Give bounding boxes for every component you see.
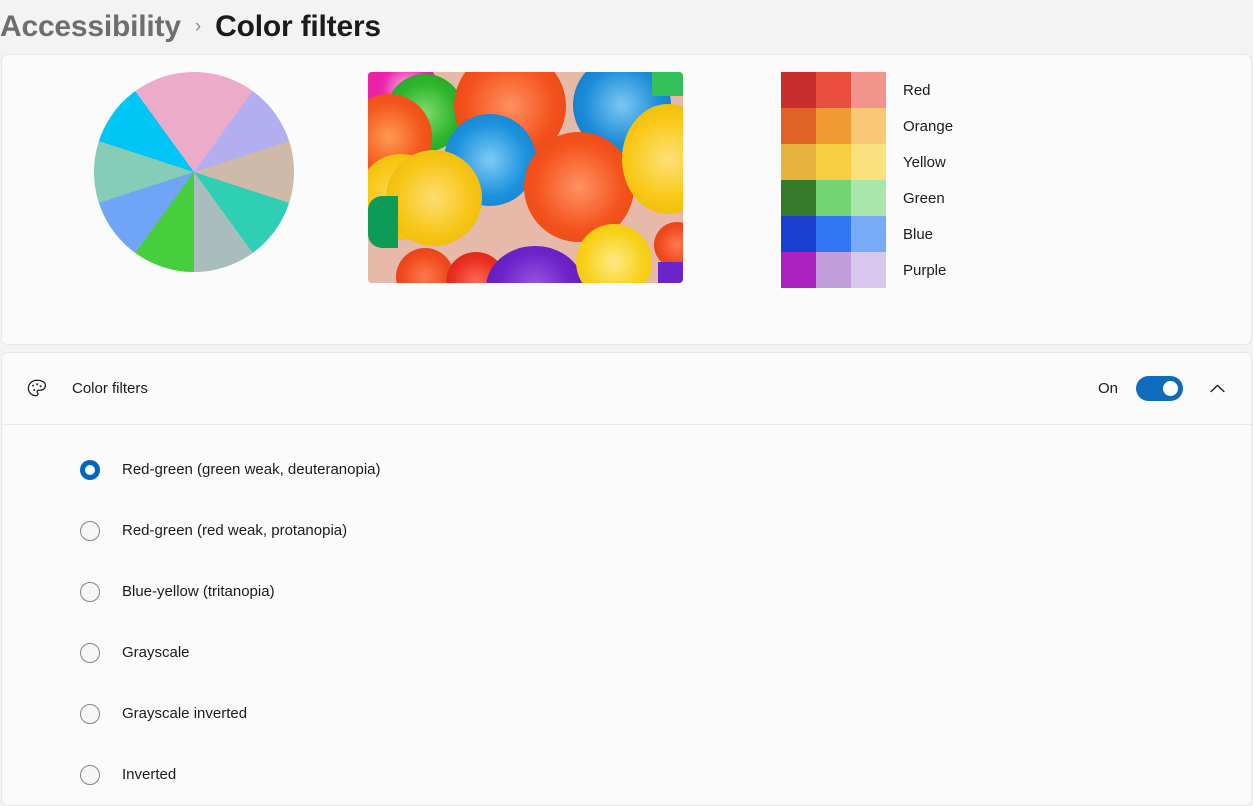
filter-option-grayscale-inverted[interactable]: Grayscale inverted xyxy=(2,683,1251,744)
swatch-label: Purple xyxy=(903,261,947,279)
swatch-cell xyxy=(851,72,886,108)
swatch-row: Purple xyxy=(781,252,953,288)
filter-option-label: Red-green (green weak, deuteranopia) xyxy=(122,461,381,478)
filter-option-label: Red-green (red weak, protanopia) xyxy=(122,522,348,539)
swatch-row: Orange xyxy=(781,108,953,144)
radio-button[interactable] xyxy=(80,459,100,480)
preview-card: Red Orange Yellow Green Blue Purple xyxy=(1,54,1252,345)
filter-option-label: Inverted xyxy=(122,766,177,783)
swatch-cell xyxy=(816,144,851,180)
swatch-label: Red xyxy=(903,81,931,99)
swatch-row: Blue xyxy=(781,216,953,252)
radio-button[interactable] xyxy=(80,642,100,663)
swatch-row: Red xyxy=(781,72,953,108)
color-filters-setting-card: Color filters On Red-green (green weak, … xyxy=(1,352,1252,806)
swatch-label: Yellow xyxy=(903,153,946,171)
swatch-cell xyxy=(816,216,851,252)
swatch-cell xyxy=(781,108,816,144)
swatch-cell xyxy=(781,72,816,108)
filter-option-label: Grayscale inverted xyxy=(122,705,248,722)
color-filter-options-list: Red-green (green weak, deuteranopia) Red… xyxy=(2,425,1251,805)
radio-button[interactable] xyxy=(80,520,100,541)
filter-option-protanopia[interactable]: Red-green (red weak, protanopia) xyxy=(2,500,1251,561)
swatch-cell xyxy=(816,72,851,108)
color-filters-label: Color filters xyxy=(72,380,148,397)
filter-option-label: Blue-yellow (tritanopia) xyxy=(122,583,275,600)
toggle-state-label: On xyxy=(1097,380,1118,397)
color-wheel-icon xyxy=(94,72,294,272)
swatch-label: Green xyxy=(903,189,945,207)
swatch-row: Yellow xyxy=(781,144,953,180)
swatch-label: Orange xyxy=(903,117,954,135)
swatch-cell xyxy=(781,144,816,180)
toggle-knob xyxy=(1163,381,1178,396)
swatch-cell xyxy=(851,180,886,216)
swatch-cell xyxy=(851,144,886,180)
filter-option-grayscale[interactable]: Grayscale xyxy=(2,622,1251,683)
filter-option-label: Grayscale xyxy=(122,644,190,661)
swatch-cell xyxy=(816,252,851,288)
page-title: Color filters xyxy=(215,10,381,43)
palette-icon xyxy=(24,376,50,402)
radio-button[interactable] xyxy=(80,581,100,602)
chevron-up-icon[interactable] xyxy=(1201,373,1233,405)
swatch-cell xyxy=(851,252,886,288)
filter-option-deuteranopia[interactable]: Red-green (green weak, deuteranopia) xyxy=(2,439,1251,500)
radio-button[interactable] xyxy=(80,703,100,724)
swatch-label: Blue xyxy=(903,225,934,243)
filter-option-inverted[interactable]: Inverted xyxy=(2,744,1251,805)
swatch-cell xyxy=(781,252,816,288)
swatch-cell xyxy=(851,216,886,252)
breadcrumb-parent-link[interactable]: Accessibility xyxy=(0,12,181,42)
color-swatch-legend: Red Orange Yellow Green Blue Purple xyxy=(781,72,953,288)
chevron-right-icon: › xyxy=(194,15,202,37)
filter-option-tritanopia[interactable]: Blue-yellow (tritanopia) xyxy=(2,561,1251,622)
swatch-cell xyxy=(851,108,886,144)
breadcrumb: Accessibility › Color filters xyxy=(0,0,1253,54)
color-filters-header-row[interactable]: Color filters On xyxy=(2,353,1251,425)
color-filters-toggle[interactable] xyxy=(1136,376,1183,401)
swatch-cell xyxy=(781,216,816,252)
swatch-row: Green xyxy=(781,180,953,216)
radio-button[interactable] xyxy=(80,764,100,785)
swatch-cell xyxy=(781,180,816,216)
swatch-cell xyxy=(816,180,851,216)
swatch-cell xyxy=(816,108,851,144)
paper-fans-photo xyxy=(368,72,683,283)
